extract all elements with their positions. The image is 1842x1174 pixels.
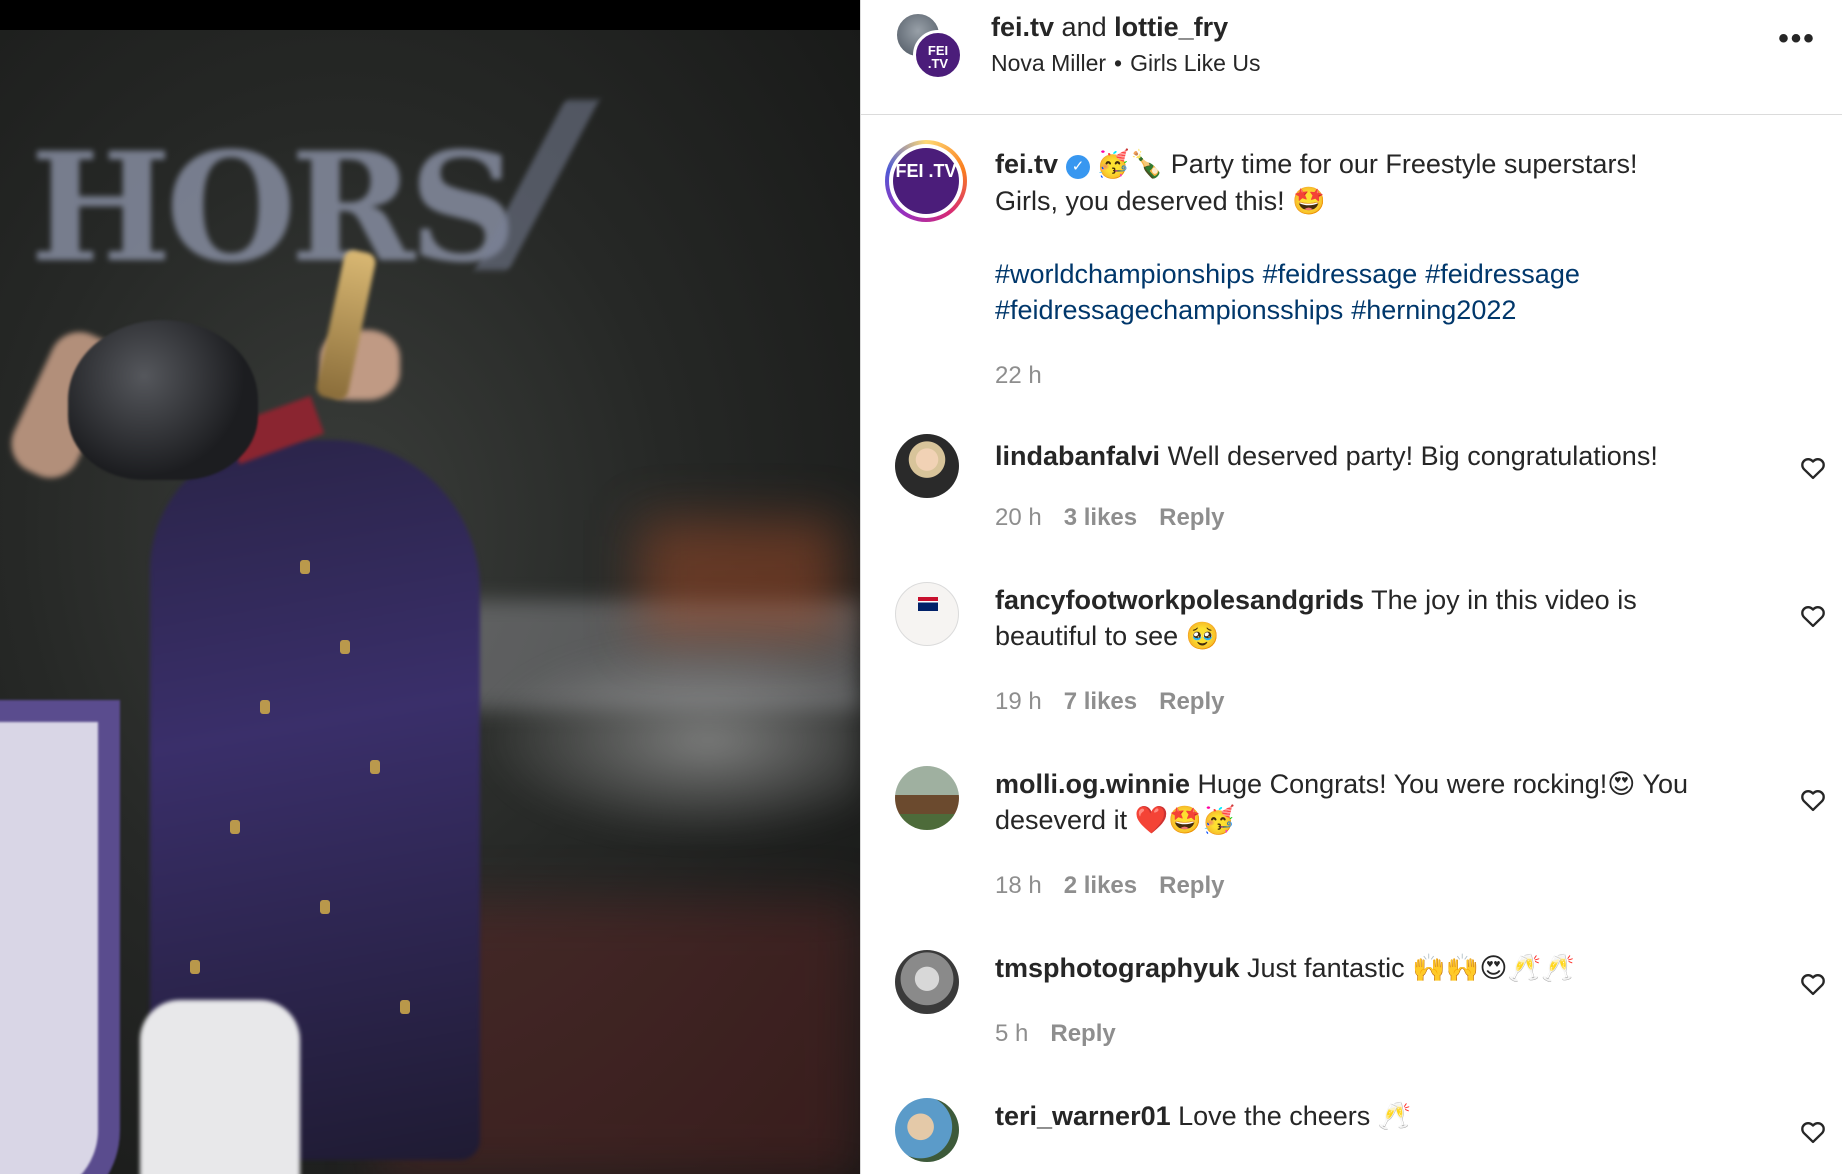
confetti — [370, 760, 380, 774]
arena-banner-logo — [474, 100, 766, 270]
comment-text: tmsphotographyuk Just fantastic 🙌🙌😍🥂🥂 — [995, 950, 1735, 986]
hashtag-link[interactable]: #herning2022 — [1351, 295, 1516, 325]
post-header: FEI .TV fei.tv and lottie_fry Nova Mille… — [861, 0, 1842, 115]
caption-text-1: Party time for our Freestyle superstars! — [1170, 149, 1638, 179]
comment-username[interactable]: tmsphotographyuk — [995, 953, 1240, 983]
like-heart-icon[interactable] — [1799, 454, 1827, 482]
commenter-avatar[interactable] — [895, 434, 959, 498]
rider-breeches — [140, 1000, 300, 1174]
comment-text: molli.og.winnie Huge Congrats! You were … — [995, 766, 1735, 838]
comment-time[interactable]: 20 h — [995, 504, 1042, 531]
commenter-avatar[interactable] — [895, 582, 959, 646]
post-timestamp[interactable]: 22 h — [995, 358, 1815, 394]
caption-emoji-2: 🤩 — [1292, 186, 1326, 217]
confetti — [260, 700, 270, 714]
audio-separator: • — [1114, 50, 1123, 76]
comment-likes[interactable]: 2 likes — [1064, 872, 1137, 899]
hashtag-link[interactable]: #worldchampionships — [995, 259, 1255, 289]
reply-button[interactable]: Reply — [1159, 504, 1224, 531]
reply-button[interactable]: Reply — [1159, 688, 1224, 715]
confetti — [400, 1000, 410, 1014]
caption-emoji: 🥳🍾 — [1096, 149, 1164, 180]
comment-likes[interactable]: 3 likes — [1064, 504, 1137, 531]
comment-time[interactable]: 19 h — [995, 688, 1042, 715]
commenter-avatar[interactable] — [895, 950, 959, 1014]
comment-body: Just fantastic 🙌🙌😍🥂🥂 — [1247, 953, 1575, 983]
confetti — [340, 640, 350, 654]
caption-avatar[interactable]: FEI .TV — [885, 140, 967, 222]
comment-meta: 20 h 3 likes Reply — [995, 504, 1246, 532]
audio-track-link[interactable]: Girls Like Us — [1130, 50, 1260, 76]
hashtag-list: #worldchampionships #feidressage #feidress… — [995, 256, 1815, 328]
account-avatar[interactable]: FEI .TV — [913, 30, 963, 80]
collaborator-link[interactable]: lottie_fry — [1114, 12, 1228, 42]
more-options-icon[interactable]: ••• — [1773, 24, 1821, 64]
arena-banner-text: HORS — [30, 120, 517, 296]
audio-artist-link[interactable]: Nova Miller — [991, 50, 1106, 76]
comment-body: Well deserved party! Big congratulations… — [1167, 441, 1658, 471]
comment-time[interactable]: 18 h — [995, 872, 1042, 899]
comment-username[interactable]: fancyfootworkpolesandgrids — [995, 585, 1364, 615]
caption-username[interactable]: fei.tv — [995, 149, 1058, 179]
like-heart-icon[interactable] — [1799, 970, 1827, 998]
reply-button[interactable]: Reply — [1159, 872, 1224, 899]
post-authors: fei.tv and lottie_fry — [991, 12, 1228, 43]
background-crowd — [640, 520, 840, 640]
verified-badge-icon: ✓ — [1066, 155, 1091, 179]
rider-helmet — [68, 320, 258, 480]
commenter-avatar[interactable] — [895, 766, 959, 830]
comment-meta: 18 h 2 likes Reply — [995, 872, 1246, 900]
audio-info: Nova Miller • Girls Like Us — [991, 50, 1260, 77]
hashtag-link[interactable]: #feidressage — [1425, 259, 1580, 289]
like-heart-icon[interactable] — [1799, 786, 1827, 814]
fei-logo: FEI .TV — [893, 148, 959, 214]
post-panel: FEI .TV fei.tv and lottie_fry Nova Mille… — [860, 0, 1842, 1174]
comment-meta: 19 h 7 likes Reply — [995, 688, 1246, 716]
confetti — [230, 820, 240, 834]
confetti — [190, 960, 200, 974]
like-heart-icon[interactable] — [1799, 602, 1827, 630]
confetti — [320, 900, 330, 914]
comment-time[interactable]: 5 h — [995, 1020, 1028, 1047]
caption-body: fei.tv ✓ 🥳🍾 Party time for our Freestyle s… — [995, 146, 1815, 394]
caption-text-2: Girls, you deserved this! — [995, 186, 1285, 216]
author-link[interactable]: fei.tv — [991, 12, 1054, 42]
comment-meta: 5 h Reply — [995, 1020, 1138, 1048]
caption-line-1: fei.tv ✓ 🥳🍾 Party time for our Freestyle s… — [995, 146, 1815, 183]
video-player[interactable]: HORS — [0, 0, 860, 1174]
arena-shield-sign — [0, 700, 120, 1174]
hashtag-link[interactable]: #feidressage — [1263, 259, 1418, 289]
like-heart-icon[interactable] — [1799, 1118, 1827, 1146]
comment-username[interactable]: teri_warner01 — [995, 1101, 1171, 1131]
comment-text: teri_warner01 Love the cheers 🥂 — [995, 1098, 1735, 1134]
comment-text: fancyfootworkpolesandgrids The joy in th… — [995, 582, 1735, 654]
commenter-avatar[interactable] — [895, 1098, 959, 1162]
union-flag-icon — [918, 597, 938, 611]
caption-line-2: Girls, you deserved this! 🤩 — [995, 183, 1815, 220]
comment-username[interactable]: lindabanfalvi — [995, 441, 1160, 471]
comment-body: Love the cheers 🥂 — [1178, 1101, 1412, 1131]
champagne-spray — [480, 640, 860, 840]
comment-username[interactable]: molli.og.winnie — [995, 769, 1190, 799]
confetti — [300, 560, 310, 574]
hashtag-link[interactable]: #feidressagechampionsships — [995, 295, 1343, 325]
comment-text: lindabanfalvi Well deserved party! Big c… — [995, 438, 1735, 474]
video-top-bar — [0, 0, 860, 30]
authors-connector: and — [1061, 12, 1107, 42]
comment-likes[interactable]: 7 likes — [1064, 688, 1137, 715]
reply-button[interactable]: Reply — [1050, 1020, 1115, 1047]
